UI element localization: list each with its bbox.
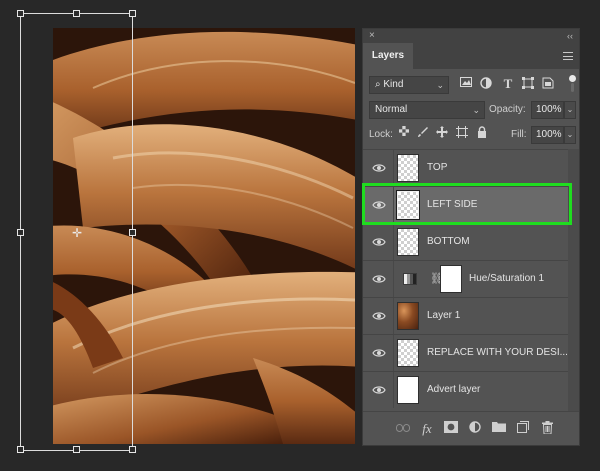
layer-name[interactable]: REPLACE WITH YOUR DESI... xyxy=(427,335,568,371)
filter-toggle[interactable] xyxy=(569,75,576,93)
layer-name[interactable]: Advert layer xyxy=(427,372,480,408)
fill-slider-toggle[interactable]: ⌄ xyxy=(564,126,576,144)
divider xyxy=(393,224,394,260)
layer-thumbnail[interactable] xyxy=(396,190,420,220)
transform-handle-bottom-right[interactable] xyxy=(129,446,136,453)
layer-thumbnail[interactable] xyxy=(397,302,419,330)
layer-row-bottom[interactable]: BOTTOM xyxy=(363,223,568,260)
reference-point-icon[interactable]: ✛ xyxy=(72,227,82,239)
visibility-eye-icon[interactable] xyxy=(372,199,386,211)
layer-thumbnail[interactable] xyxy=(397,154,419,182)
layers-panel: × ‹‹ Layers ⌕ Kind ⌄ T Normal ⌄ Opacity:… xyxy=(362,28,580,446)
layer-row-layer-1[interactable]: Layer 1 xyxy=(363,297,568,334)
chevron-down-icon: ⌄ xyxy=(436,80,444,90)
divider xyxy=(393,187,394,223)
search-icon: ⌕ xyxy=(375,79,381,90)
new-layer-icon[interactable] xyxy=(515,421,531,437)
transform-handle-top-center[interactable] xyxy=(73,10,80,17)
transform-handle-bottom-left[interactable] xyxy=(17,446,24,453)
layer-name[interactable]: Hue/Saturation 1 xyxy=(469,261,544,297)
divider xyxy=(393,261,394,297)
layer-mask-thumbnail[interactable] xyxy=(440,265,462,293)
layer-row-top[interactable]: TOP xyxy=(363,149,568,186)
transform-handle-middle-left[interactable] xyxy=(17,229,24,236)
layer-row-advert-layer[interactable]: Advert layer xyxy=(363,371,568,408)
fill-input[interactable]: 100% xyxy=(531,126,564,144)
layer-filter-row: ⌕ Kind ⌄ T xyxy=(363,73,579,98)
hue-saturation-adjustment-icon[interactable] xyxy=(403,273,417,285)
tab-layers[interactable]: Layers xyxy=(363,43,413,69)
visibility-eye-icon[interactable] xyxy=(372,273,386,285)
transform-handle-top-right[interactable] xyxy=(129,10,136,17)
chevron-down-icon: ⌄ xyxy=(472,105,480,115)
trash-icon[interactable] xyxy=(539,421,555,437)
layer-name[interactable]: TOP xyxy=(427,150,447,186)
blend-mode-dropdown[interactable]: Normal ⌄ xyxy=(369,101,485,119)
type-filter-icon[interactable]: T xyxy=(501,77,515,91)
opacity-label: Opacity: xyxy=(489,104,526,115)
divider xyxy=(393,298,394,334)
lock-label: Lock: xyxy=(369,129,393,140)
layers-scrollbar[interactable] xyxy=(568,149,579,411)
image-filter-icon[interactable] xyxy=(459,77,473,91)
layer-row-replace-design[interactable]: REPLACE WITH YOUR DESI... xyxy=(363,334,568,371)
layer-thumbnail[interactable] xyxy=(397,228,419,256)
divider xyxy=(393,150,394,186)
blend-mode-value: Normal xyxy=(375,104,408,115)
smart-object-filter-icon[interactable] xyxy=(541,77,555,91)
opacity-input[interactable]: 100% xyxy=(531,101,564,119)
lock-artboard-icon[interactable] xyxy=(455,126,469,140)
divider xyxy=(393,372,394,408)
filter-kind-dropdown[interactable]: ⌕ Kind ⌄ xyxy=(369,76,449,94)
blend-row: Normal ⌄ Opacity: 100% ⌄ xyxy=(363,98,579,123)
layer-name[interactable]: LEFT SIDE xyxy=(427,187,477,223)
link-layers-icon[interactable] xyxy=(395,421,411,437)
layer-name[interactable]: Layer 1 xyxy=(427,298,460,334)
panel-title-bar: × ‹‹ xyxy=(363,29,579,43)
add-mask-icon[interactable] xyxy=(443,421,459,437)
layers-bottom-toolbar: fx xyxy=(363,411,579,445)
adjustment-filter-icon[interactable] xyxy=(479,77,493,91)
link-chain-icon[interactable]: ⛓ xyxy=(430,271,444,287)
shape-filter-icon[interactable] xyxy=(521,77,535,91)
panel-tab-row: Layers xyxy=(363,43,579,69)
fx-icon[interactable]: fx xyxy=(419,421,435,437)
transform-handle-top-left[interactable] xyxy=(17,10,24,17)
layers-list: TOP LEFT SIDE BOTTOM ⛓ Hue/Saturation 1 … xyxy=(363,149,568,411)
divider xyxy=(393,335,394,371)
layer-thumbnail[interactable] xyxy=(397,339,419,367)
lock-image-pixels-icon[interactable] xyxy=(416,126,430,140)
bread-photo xyxy=(53,28,355,444)
fill-label: Fill: xyxy=(511,129,527,140)
filter-kind-label: Kind xyxy=(383,79,404,90)
lock-all-icon[interactable] xyxy=(475,126,489,140)
visibility-eye-icon[interactable] xyxy=(372,310,386,322)
layer-row-left-side[interactable]: LEFT SIDE xyxy=(363,186,568,223)
visibility-eye-icon[interactable] xyxy=(372,162,386,174)
document-canvas[interactable] xyxy=(53,28,355,444)
opacity-slider-toggle[interactable]: ⌄ xyxy=(564,101,576,119)
layer-row-hue-saturation[interactable]: ⛓ Hue/Saturation 1 xyxy=(363,260,568,297)
collapse-icon[interactable]: ‹‹ xyxy=(567,29,573,43)
new-group-icon[interactable] xyxy=(491,421,507,437)
transform-handle-bottom-center[interactable] xyxy=(73,446,80,453)
visibility-eye-icon[interactable] xyxy=(372,236,386,248)
panel-menu-icon[interactable] xyxy=(563,52,573,60)
close-icon[interactable]: × xyxy=(369,29,375,43)
lock-transparent-pixels-icon[interactable] xyxy=(397,126,411,140)
layer-name[interactable]: BOTTOM xyxy=(427,224,470,260)
visibility-eye-icon[interactable] xyxy=(372,384,386,396)
layer-thumbnail[interactable] xyxy=(397,376,419,404)
lock-position-icon[interactable] xyxy=(435,126,449,140)
lock-row: Lock: Fill: 100% ⌄ xyxy=(363,123,579,148)
adjustment-layer-icon[interactable] xyxy=(467,421,483,437)
visibility-eye-icon[interactable] xyxy=(372,347,386,359)
